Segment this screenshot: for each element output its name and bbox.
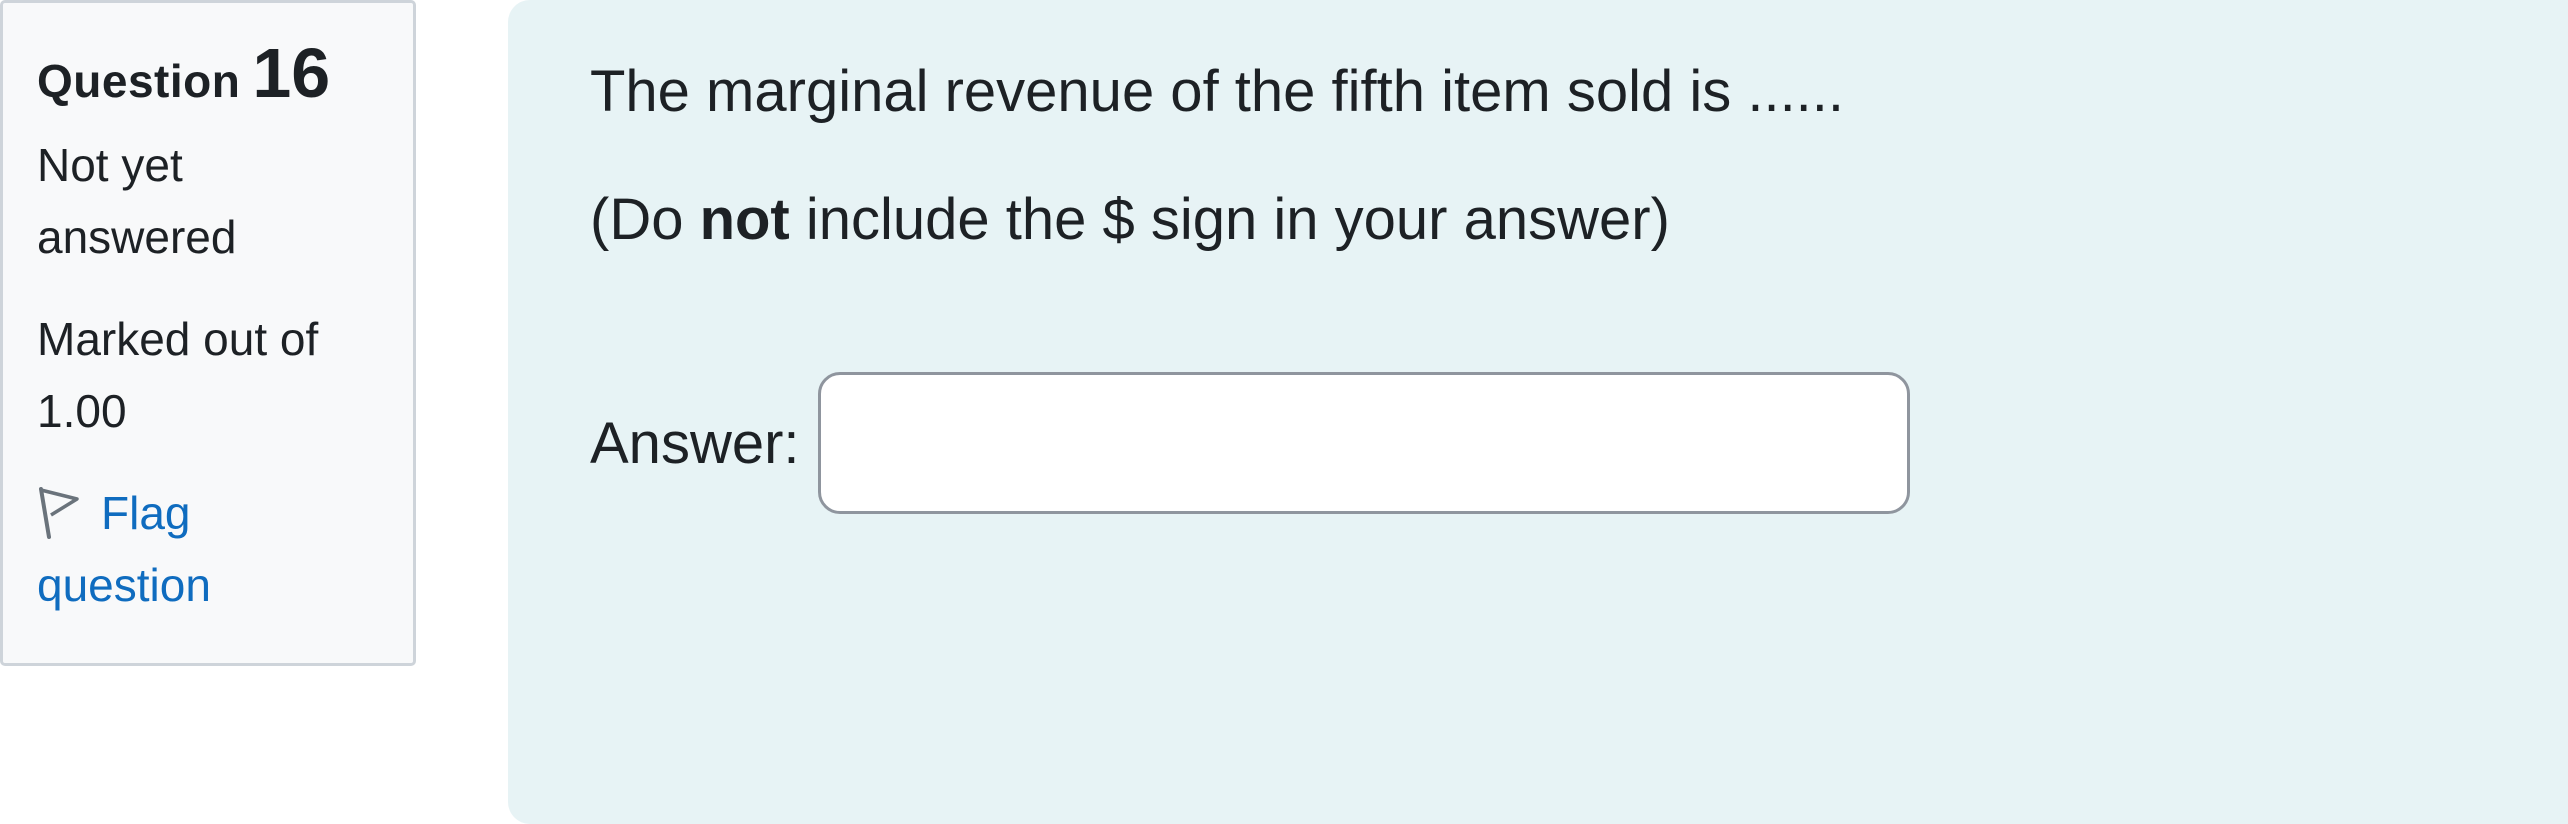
question-instruction: (Do not include the $ sign in your answe…	[590, 180, 1670, 260]
answer-input[interactable]	[817, 372, 1910, 514]
answer-row: Answer:	[590, 372, 1910, 514]
instruction-prefix: (Do	[590, 187, 700, 252]
flag-label-line1[interactable]: Flag	[101, 487, 190, 539]
question-label: Question	[37, 55, 241, 107]
question-state-line1: Not yet	[37, 139, 183, 191]
flag-outline-icon[interactable]	[37, 487, 81, 539]
question-info-panel: Question 16 Not yet answered Marked out …	[0, 0, 416, 666]
flag-question-link[interactable]: Flag question	[37, 477, 379, 621]
question-content: The marginal revenue of the fifth item s…	[508, 0, 2568, 824]
answer-label: Answer:	[590, 410, 800, 476]
instruction-suffix: include the $ sign in your answer)	[789, 187, 1670, 252]
question-number-heading: Question 16	[37, 31, 379, 115]
question-grade-line2: 1.00	[37, 385, 127, 437]
question-state-line2: answered	[37, 211, 237, 263]
question-grade-line1: Marked out of	[37, 313, 319, 365]
flag-label-line2[interactable]: question	[37, 549, 379, 621]
instruction-emphasis: not	[699, 187, 790, 252]
question-state: Not yet answered	[37, 129, 379, 273]
question-text: The marginal revenue of the fifth item s…	[590, 59, 1845, 124]
question-number: 16	[252, 34, 331, 112]
question-grade: Marked out of 1.00	[37, 303, 379, 447]
